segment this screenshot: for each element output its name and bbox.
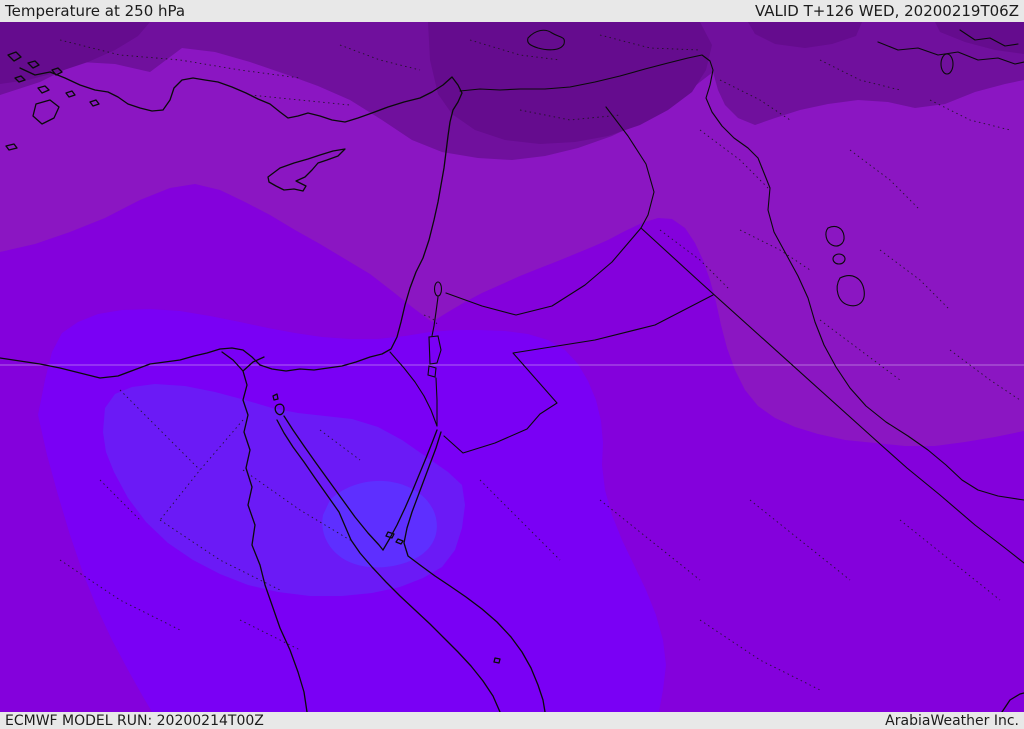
temp-band-lightest <box>322 480 437 568</box>
model-run-label: ECMWF MODEL RUN: 20200214T00Z <box>5 712 264 729</box>
valid-time-label: VALID T+126 WED, 20200219T06Z <box>754 1 1019 20</box>
credit-label: ArabiaWeather Inc. <box>885 712 1019 729</box>
header-bar: Temperature at 250 hPa VALID T+126 WED, … <box>0 0 1024 22</box>
map-title: Temperature at 250 hPa <box>5 1 186 20</box>
footer-bar: ECMWF MODEL RUN: 20200214T00Z ArabiaWeat… <box>0 712 1024 729</box>
temperature-map <box>0 22 1024 712</box>
